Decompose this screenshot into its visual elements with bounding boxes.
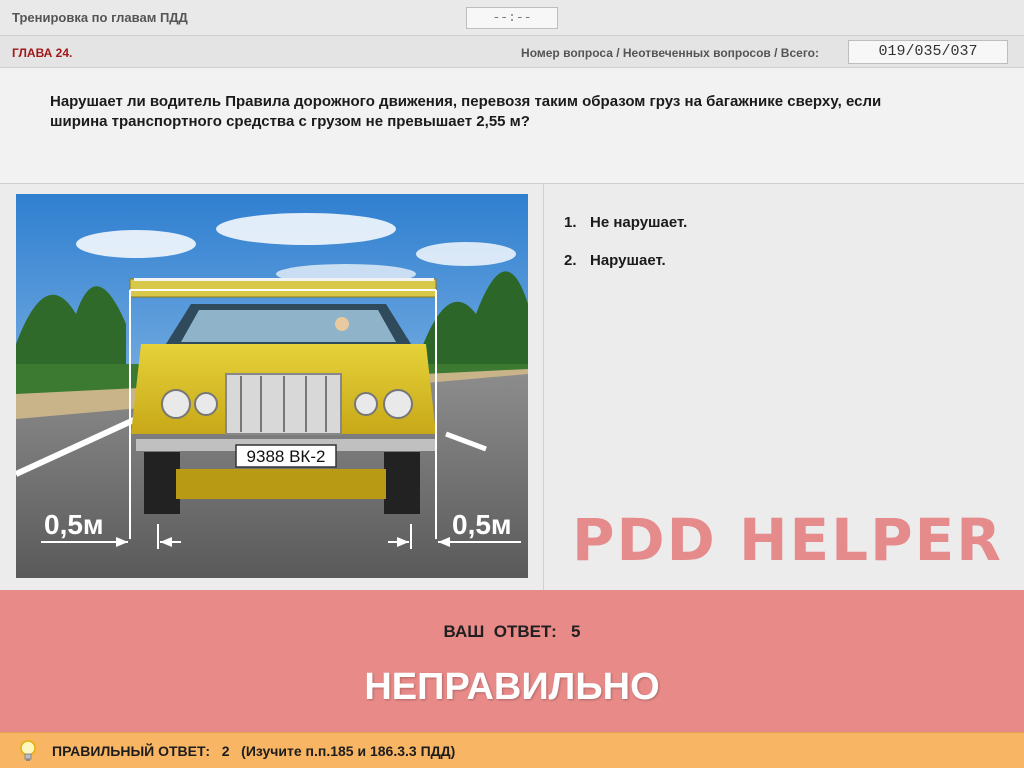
watermark: PDD HELPER [572, 506, 1003, 574]
app-title: Тренировка по главам ПДД [12, 10, 188, 25]
left-dimension-label: 0,5м [44, 509, 104, 540]
answer-option-2[interactable]: 2. Нарушает. [564, 252, 1004, 290]
question-panel: Нарушает ли водитель Правила дорожного д… [0, 68, 1024, 184]
image-panel: 9388 ВК-2 0,5м 0,5м [0, 184, 544, 590]
top-bar: Тренировка по главам ПДД --:-- [0, 0, 1024, 36]
correct-answer-text: ПРАВИЛЬНЫЙ ОТВЕТ: 2 (Изучите п.п.185 и 1… [52, 743, 456, 759]
chapter-bar: ГЛАВА 24. Номер вопроса / Неотвеченных в… [0, 36, 1024, 68]
correct-answer-bar: ПРАВИЛЬНЫЙ ОТВЕТ: 2 (Изучите п.п.185 и 1… [0, 732, 1024, 768]
answer-text: Нарушает. [590, 252, 666, 269]
answer-number: 1. [564, 214, 577, 231]
question-text: Нарушает ли водитель Правила дорожного д… [50, 93, 882, 130]
answer-text: Не нарушает. [590, 214, 688, 231]
verdict: НЕПРАВИЛЬНО [364, 666, 660, 708]
answers-list: 1. Не нарушает. 2. Нарушает. [564, 214, 1004, 290]
timer: --:-- [466, 7, 558, 29]
your-answer: ВАШ ОТВЕТ: 5 [443, 622, 581, 641]
right-dimension-label: 0,5м [452, 509, 512, 540]
result-panel: ВАШ ОТВЕТ: 5 НЕПРАВИЛЬНО [0, 590, 1024, 732]
lightbulb-icon [20, 740, 36, 761]
license-plate-text: 9388 ВК-2 [247, 447, 326, 466]
question-illustration: 9388 ВК-2 0,5м 0,5м [16, 194, 528, 578]
chapter-title: ГЛАВА 24. [12, 46, 73, 60]
question-counter-label: Номер вопроса / Неотвеченных вопросов / … [521, 46, 819, 60]
question-counter: 019/035/037 [848, 40, 1008, 64]
content-area: 9388 ВК-2 0,5м 0,5м 1. Не нарушает. 2. Н… [0, 184, 1024, 590]
answer-option-1[interactable]: 1. Не нарушает. [564, 214, 1004, 252]
answer-number: 2. [564, 252, 577, 269]
